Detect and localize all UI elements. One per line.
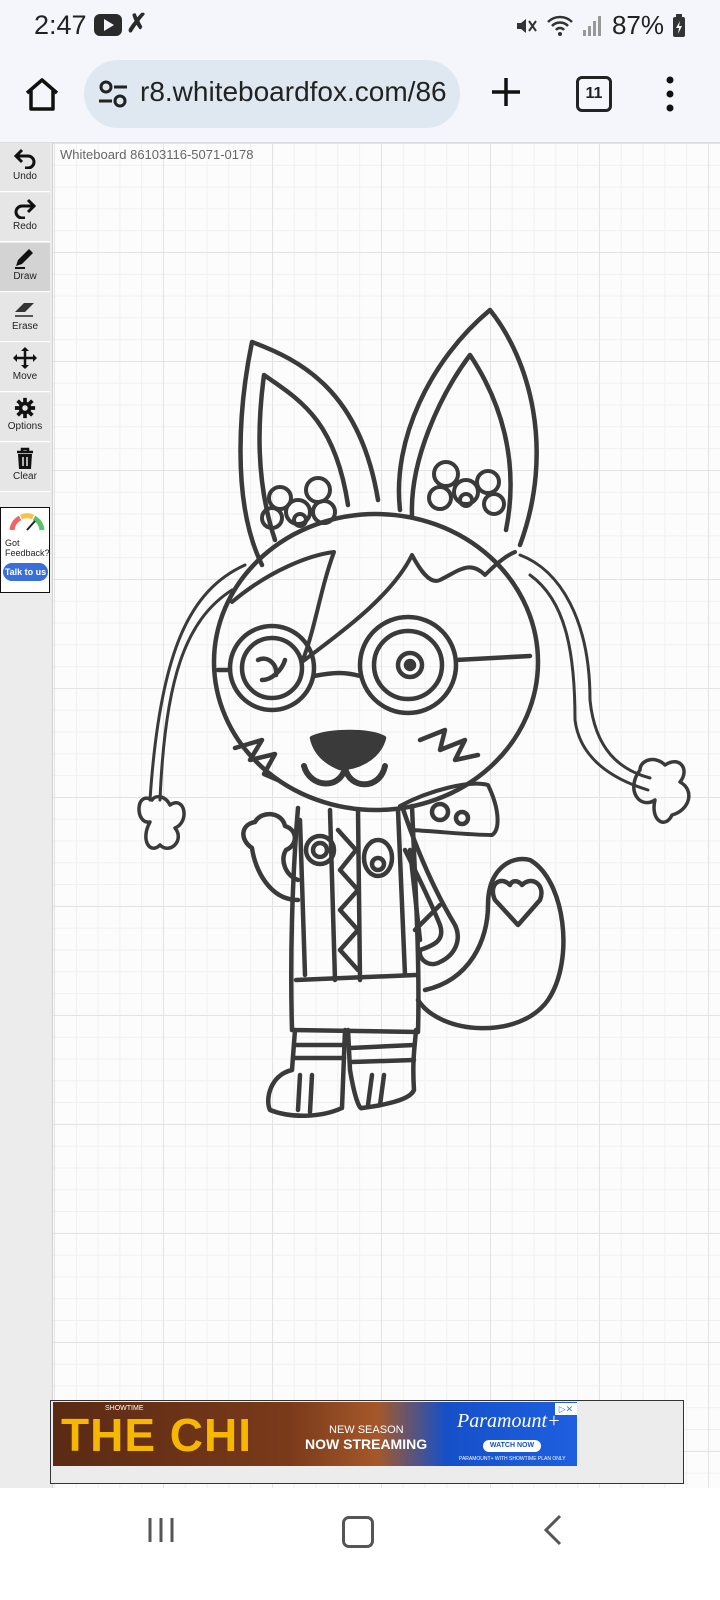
erase-button[interactable]: Erase: [0, 293, 50, 342]
gauge-icon: [9, 513, 45, 531]
app-notification-icon: ✗: [126, 8, 148, 38]
signal-icon: [582, 15, 601, 36]
ad-line1: NEW SEASON: [329, 1424, 404, 1436]
options-button[interactable]: Options: [0, 393, 50, 442]
wifi-icon: [547, 15, 573, 36]
move-icon: [13, 347, 37, 369]
redo-button[interactable]: Redo: [0, 193, 50, 242]
clear-button[interactable]: Clear: [0, 443, 50, 492]
battery-level: 87%: [611, 10, 664, 40]
board-title: Whiteboard 86103116-5071-0178: [60, 147, 254, 162]
mute-icon: [516, 18, 537, 33]
talk-to-us-button[interactable]: Talk to us: [3, 563, 48, 581]
tabs-button[interactable]: 11: [576, 76, 612, 112]
ad-container: SHOWTIME THE CHI NEW SEASON NOW STREAMIN…: [50, 1400, 684, 1484]
move-button[interactable]: Move: [0, 343, 50, 392]
undo-button[interactable]: Undo: [0, 143, 50, 192]
draw-button[interactable]: Draw: [0, 243, 50, 292]
nav-home-icon[interactable]: [342, 1516, 374, 1548]
move-label: Move: [12, 371, 38, 382]
redo-label: Redo: [13, 221, 37, 232]
pencil-icon: [15, 249, 33, 269]
undo-icon: [13, 148, 36, 169]
ad-banner[interactable]: SHOWTIME THE CHI NEW SEASON NOW STREAMIN…: [53, 1402, 577, 1466]
back-icon[interactable]: [540, 1514, 568, 1546]
eraser-icon: [15, 303, 34, 317]
ad-brand: Paramount+: [457, 1410, 561, 1432]
more-vert-icon[interactable]: [664, 74, 676, 114]
new-tab-icon[interactable]: [486, 72, 526, 112]
clear-label: Clear: [13, 471, 37, 482]
recent-apps-icon[interactable]: [146, 1516, 176, 1544]
youtube-icon: [94, 14, 122, 36]
feedback-widget[interactable]: Got Feedback? Talk to us: [0, 507, 50, 593]
status-right: 87%: [514, 10, 686, 41]
status-time: 2:47: [34, 10, 87, 40]
status-bar: 2:47 ✗ 87%: [0, 0, 720, 52]
feedback-text: Got Feedback?: [5, 538, 50, 558]
undo-label: Undo: [13, 171, 37, 182]
draw-label: Draw: [13, 271, 37, 282]
ad-close-icon[interactable]: ▷✕: [555, 1403, 577, 1415]
gear-icon: [14, 397, 36, 419]
ad-show-title: THE CHI: [61, 1409, 252, 1461]
ad-fine-print: PARAMOUNT+ WITH SHOWTIME PLAN ONLY: [459, 1456, 566, 1462]
battery-charging-icon: [673, 13, 685, 37]
options-label: Options: [7, 421, 43, 432]
ad-line2: NOW STREAMING: [305, 1436, 428, 1452]
whiteboard-toolbar: Undo Redo Draw Erase Move Options Clear: [0, 143, 53, 1488]
redo-icon: [14, 198, 37, 219]
browser-toolbar: r8.whiteboardfox.com/86 11: [0, 52, 720, 143]
address-bar[interactable]: r8.whiteboardfox.com/86: [84, 60, 460, 128]
home-icon[interactable]: [22, 74, 62, 114]
ad-watch-now-button[interactable]: WATCH NOW: [483, 1440, 541, 1452]
site-settings-icon[interactable]: [98, 80, 128, 108]
trash-icon: [17, 447, 33, 469]
whiteboard-canvas[interactable]: Whiteboard 86103116-5071-0178 Undo Redo …: [0, 143, 720, 1488]
cat-drawing: [137, 307, 691, 1118]
erase-label: Erase: [11, 321, 39, 332]
system-nav-bar: [0, 1488, 720, 1600]
url-text[interactable]: r8.whiteboardfox.com/86: [140, 76, 447, 108]
